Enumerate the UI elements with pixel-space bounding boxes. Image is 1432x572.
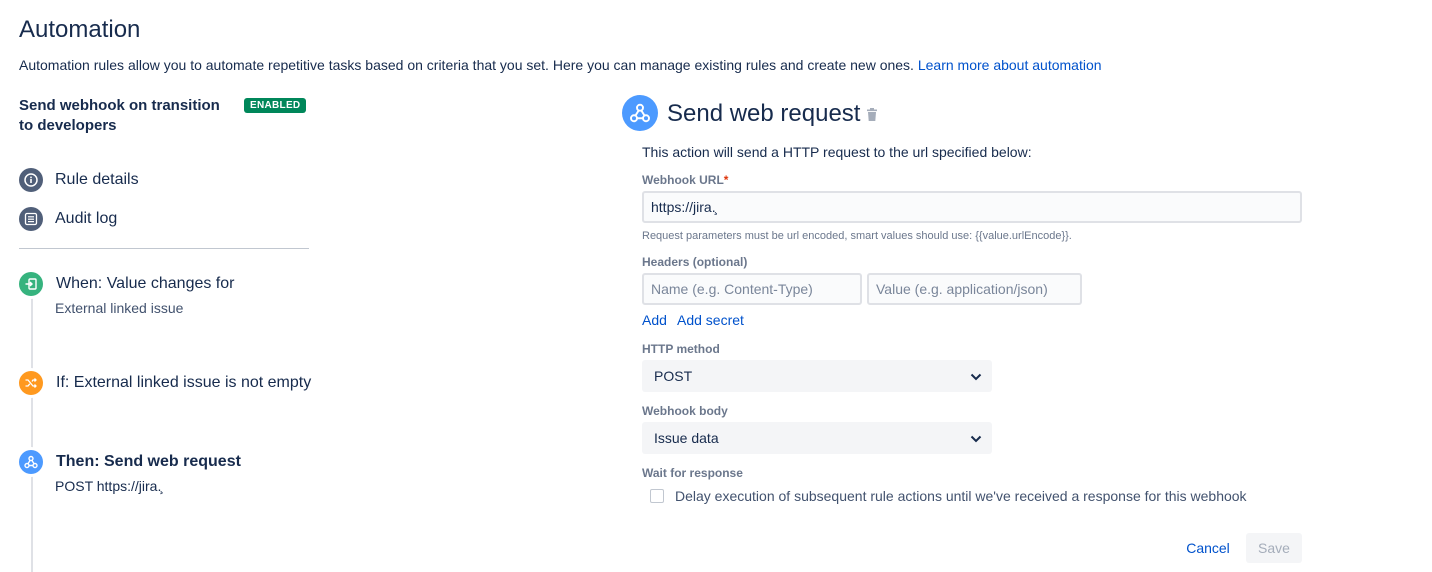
headers-label: Headers (optional)	[642, 255, 748, 269]
webhook-url-label-text: Webhook URL	[642, 173, 724, 187]
nav-item-label: Rule details	[55, 171, 139, 188]
action-intro: This action will send a HTTP request to …	[642, 144, 1032, 160]
header-value-input[interactable]	[867, 273, 1082, 305]
trigger-icon	[19, 272, 43, 296]
step-title: If: External linked issue is not empty	[56, 374, 312, 391]
step-title: Then: Send web request	[56, 453, 241, 470]
webhook-icon	[19, 450, 43, 474]
page-description: Automation rules allow you to automate r…	[19, 57, 1102, 73]
webhook-body-select[interactable]: Issue data	[642, 422, 992, 454]
page-title: Automation	[19, 16, 141, 43]
wait-for-response-row[interactable]: Delay execution of subsequent rule actio…	[650, 488, 1247, 504]
shuffle-icon	[19, 371, 43, 395]
rule-name: Send webhook on transition to developers	[19, 97, 220, 134]
chevron-down-icon	[970, 430, 982, 446]
helper-text: Request parameters must be url encoded, …	[642, 230, 1072, 242]
timeline-line	[31, 272, 33, 572]
nav-item-rule-details[interactable]: Rule details	[19, 168, 139, 192]
http-method-select[interactable]: POST	[642, 360, 992, 392]
divider	[19, 248, 309, 249]
cancel-button[interactable]: Cancel	[1176, 533, 1240, 563]
wait-for-response-checkbox-label: Delay execution of subsequent rule actio…	[675, 488, 1247, 504]
step-subtitle: POST https://jira.̧	[55, 478, 162, 494]
chevron-down-icon	[970, 368, 982, 384]
wait-for-response-checkbox[interactable]	[650, 489, 664, 503]
http-method-label: HTTP method	[642, 342, 720, 356]
nav-item-label: Audit log	[55, 210, 118, 227]
step-title: When: Value changes for	[56, 275, 235, 292]
trash-icon[interactable]	[866, 108, 878, 127]
learn-more-link[interactable]: Learn more about automation	[918, 57, 1102, 73]
info-icon	[19, 168, 43, 192]
save-button[interactable]: Save	[1246, 533, 1302, 563]
webhook-url-input[interactable]	[642, 191, 1302, 223]
webhook-body-value: Issue data	[654, 430, 719, 446]
add-secret-link[interactable]: Add secret	[677, 312, 744, 328]
list-icon	[19, 207, 43, 231]
add-header-link[interactable]: Add	[642, 312, 667, 328]
nav-item-audit-log[interactable]: Audit log	[19, 207, 117, 231]
wait-for-response-label: Wait for response	[642, 466, 743, 480]
http-method-value: POST	[654, 368, 693, 384]
description-text: Automation rules allow you to automate r…	[19, 57, 914, 73]
webhook-icon	[622, 95, 658, 131]
webhook-body-label: Webhook body	[642, 404, 728, 418]
webhook-url-label: Webhook URL*	[642, 173, 728, 187]
step-subtitle: External linked issue	[55, 300, 184, 316]
header-name-input[interactable]	[642, 273, 862, 305]
required-marker: *	[723, 173, 729, 187]
action-title: Send web request	[667, 100, 861, 127]
status-badge: ENABLED	[244, 98, 307, 113]
